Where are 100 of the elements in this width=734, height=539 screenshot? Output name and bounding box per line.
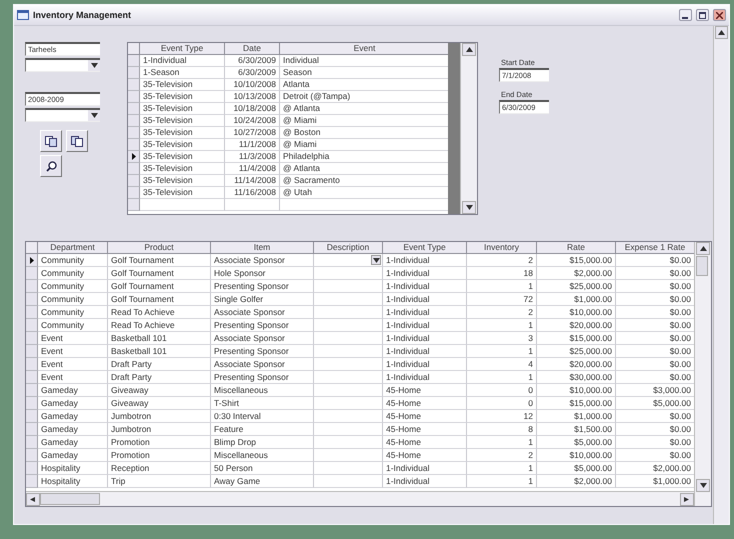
table-cell: 4 (467, 358, 537, 371)
table-cell (314, 358, 383, 371)
table-cell: 0 (467, 397, 537, 410)
table-cell: Giveaway (108, 384, 211, 397)
table-cell: 1-Season (140, 67, 225, 79)
scroll-thumb[interactable] (40, 493, 100, 505)
table-cell (314, 332, 383, 345)
table-cell: Read To Achieve (108, 319, 211, 332)
copy-button[interactable] (40, 130, 62, 152)
table-cell: 35-Television (140, 163, 225, 175)
row-selector[interactable] (26, 254, 38, 267)
table-cell: 1-Individual (383, 306, 467, 319)
app-icon (17, 10, 29, 20)
dropdown-button[interactable] (371, 255, 381, 265)
column-header[interactable]: Product (108, 242, 211, 254)
table-cell: Single Golfer (211, 293, 314, 306)
table-cell: $15,000.00 (537, 332, 616, 345)
table-cell: Promotion (108, 436, 211, 449)
column-header[interactable]: Department (38, 242, 108, 254)
column-header[interactable]: Event (280, 43, 448, 55)
table-cell: Presenting Sponsor (211, 280, 314, 293)
table-cell: 1-Individual (383, 280, 467, 293)
close-icon (716, 12, 723, 18)
vertical-scrollbar[interactable] (460, 43, 477, 214)
scroll-thumb[interactable] (696, 256, 708, 276)
table-cell: Miscellaneous (211, 449, 314, 462)
table-cell: $2,000.00 (537, 267, 616, 280)
maximize-icon (699, 12, 706, 18)
table-cell: 1 (467, 371, 537, 384)
arrow-icon (684, 496, 690, 502)
table-cell: 35-Television (140, 187, 225, 199)
table-cell (314, 462, 383, 475)
table-cell: Community (38, 293, 108, 306)
table-cell: Community (38, 280, 108, 293)
column-header[interactable]: Item (211, 242, 314, 254)
table-cell: 45-Home (383, 449, 467, 462)
table-cell: $10,000.00 (537, 449, 616, 462)
table-cell: $20,000.00 (537, 319, 616, 332)
column-header[interactable]: Event Type (383, 242, 467, 254)
minimize-button[interactable] (679, 9, 692, 21)
search-button[interactable] (40, 155, 62, 177)
horizontal-scrollbar[interactable] (26, 491, 694, 506)
table-cell (314, 345, 383, 358)
table-cell: 3 (467, 332, 537, 345)
table-cell: Golf Tournament (108, 280, 211, 293)
table-cell: 10/18/2008 (225, 103, 280, 115)
table-cell: $15,000.00 (537, 254, 616, 267)
close-button[interactable] (713, 9, 726, 21)
table-cell: Community (38, 306, 108, 319)
table-cell: Community (38, 267, 108, 280)
table-cell: 35-Television (140, 175, 225, 187)
table-cell (314, 384, 383, 397)
table-cell: 1 (467, 280, 537, 293)
table-cell: 1-Individual (383, 475, 467, 488)
column-header[interactable]: Description (314, 242, 383, 254)
table-cell: Gameday (38, 449, 108, 462)
arrow-icon (30, 496, 36, 502)
table-cell: Jumbotron (108, 423, 211, 436)
table-cell: 1-Individual (383, 345, 467, 358)
table-cell: 35-Television (140, 91, 225, 103)
current-row-icon (132, 153, 136, 160)
grid-corner[interactable] (128, 43, 140, 55)
table-cell: $2,000.00 (537, 475, 616, 488)
table-cell: Event (38, 345, 108, 358)
table-cell (314, 293, 383, 306)
table-cell (314, 397, 383, 410)
table-cell: 1-Individual (383, 462, 467, 475)
table-cell: $1,000.00 (537, 293, 616, 306)
pages-icon (71, 136, 83, 146)
table-cell: Promotion (108, 449, 211, 462)
vertical-scrollbar[interactable] (694, 242, 711, 506)
table-cell: 1 (467, 319, 537, 332)
table-cell: Event (38, 358, 108, 371)
table-cell: Gameday (38, 436, 108, 449)
column-header[interactable]: Event Type (140, 43, 225, 55)
column-header[interactable]: Expense 1 Rate (616, 242, 694, 254)
table-cell: $25,000.00 (537, 345, 616, 358)
table-cell: Blimp Drop (211, 436, 314, 449)
column-header[interactable]: Inventory (467, 242, 537, 254)
table-cell: Draft Party (108, 358, 211, 371)
table-cell: Hospitality (38, 462, 108, 475)
column-header[interactable]: Date (225, 43, 280, 55)
table-cell: Draft Party (108, 371, 211, 384)
paste-button[interactable] (66, 130, 88, 152)
table-cell: 12 (467, 410, 537, 423)
table-cell: 35-Television (140, 139, 225, 151)
search-icon (46, 160, 56, 172)
table-cell: 35-Television (140, 151, 225, 163)
table-cell (314, 306, 383, 319)
table-cell: 6/30/2009 (225, 67, 280, 79)
table-cell: Hospitality (38, 475, 108, 488)
maximize-button[interactable] (696, 9, 709, 21)
column-header[interactable]: Rate (537, 242, 616, 254)
combo-box[interactable] (25, 58, 100, 72)
combo-box[interactable] (25, 108, 100, 122)
arrow-icon (700, 246, 706, 251)
table-cell: 1-Individual (383, 358, 467, 371)
row-selector[interactable] (128, 151, 140, 163)
vertical-scrollbar[interactable] (713, 26, 729, 524)
table-cell (314, 319, 383, 332)
